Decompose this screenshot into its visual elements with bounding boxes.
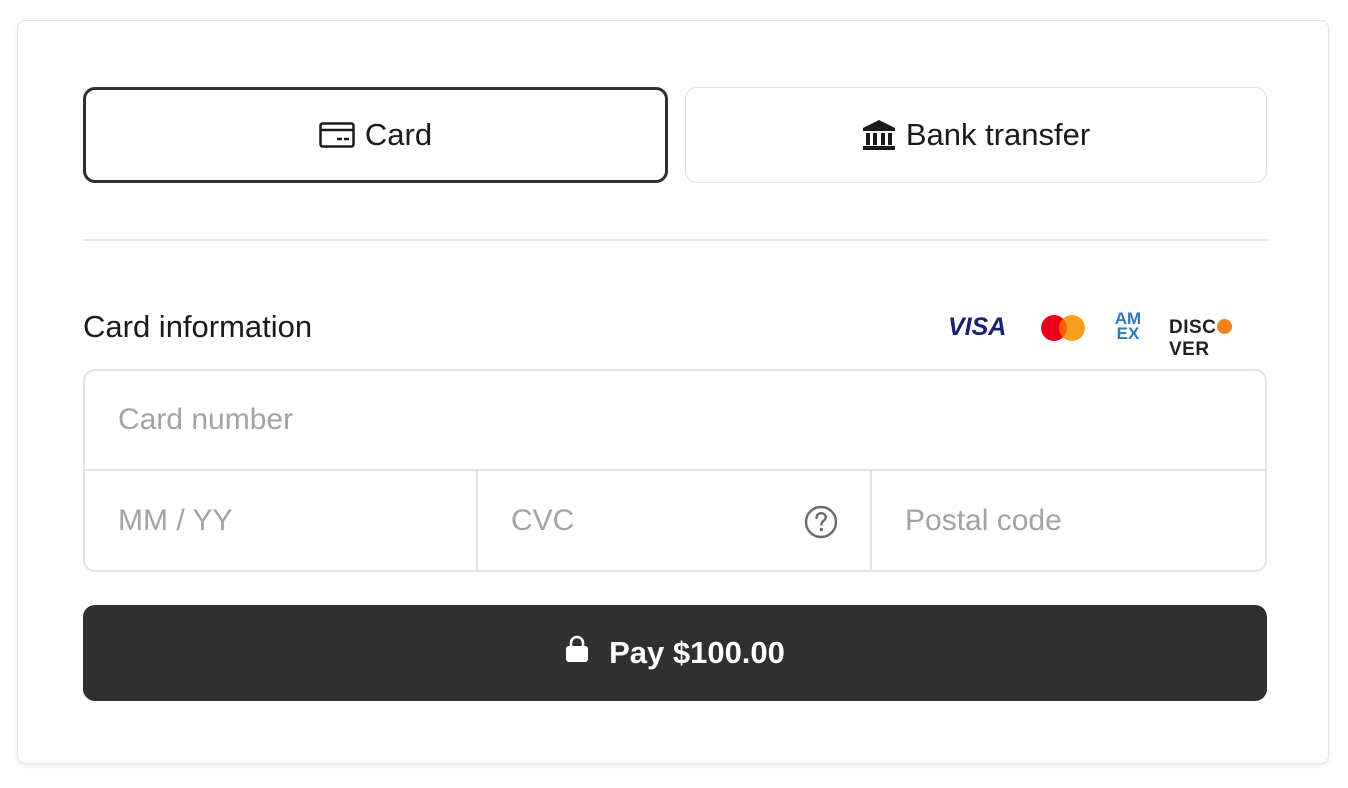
card-information-label: Card information [83, 309, 313, 344]
tab-bank-transfer[interactable]: Bank transfer [685, 87, 1267, 183]
postal-code-input[interactable] [872, 471, 1265, 570]
lock-icon [565, 635, 589, 671]
tab-bank-transfer-label: Bank transfer [905, 117, 1091, 152]
pay-button-label: Pay $100.00 [609, 635, 785, 670]
card-brands: VISA AM EX DISCVER [948, 310, 1268, 360]
tab-card[interactable]: Card [83, 87, 668, 183]
amex-logo: AM EX [1111, 310, 1145, 343]
card-number-input[interactable] [85, 371, 1265, 469]
mastercard-logo [1040, 314, 1086, 342]
bank-icon [862, 119, 896, 151]
cvc-field [478, 471, 872, 570]
expiry-input[interactable] [85, 471, 476, 570]
question-circle-icon[interactable] [804, 505, 838, 539]
expiry-field [85, 471, 478, 570]
visa-logo: VISA [948, 313, 1007, 341]
postal-code-field [872, 471, 1265, 570]
card-number-field [85, 371, 1265, 471]
discover-logo: DISCVER [1169, 317, 1268, 361]
credit-card-icon [319, 122, 355, 148]
payment-form-panel: Card Bank transfer Card information VISA [17, 20, 1329, 764]
divider [83, 239, 1267, 241]
tab-card-label: Card [364, 117, 433, 152]
amex-line-2: EX [1116, 324, 1140, 343]
card-fields-group [83, 369, 1267, 572]
pay-button[interactable]: Pay $100.00 [83, 605, 1267, 701]
